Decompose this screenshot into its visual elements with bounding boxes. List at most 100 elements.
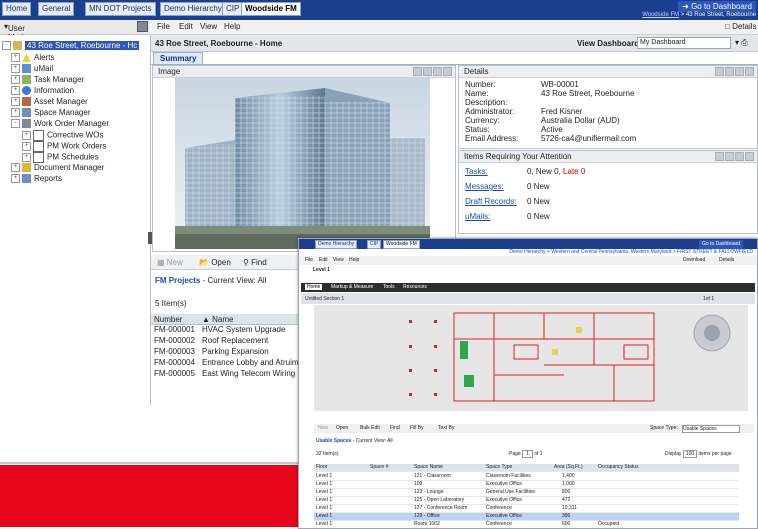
- maximize-icon[interactable]: [433, 67, 442, 76]
- tab-summary[interactable]: Summary: [153, 52, 204, 64]
- open-button[interactable]: 📂 Open: [199, 258, 231, 267]
- space-list-count: 32 Item(s): [316, 451, 339, 457]
- overlay-menu-view[interactable]: View: [333, 257, 344, 263]
- task-icon: [22, 75, 31, 85]
- edit-icon[interactable]: [715, 152, 724, 161]
- view-dashboard-select[interactable]: My Dashboard: [637, 37, 731, 49]
- register-icon: [33, 152, 44, 163]
- floor-plan-drawing[interactable]: [314, 305, 748, 411]
- close-icon[interactable]: [745, 152, 754, 161]
- image-portlet-header: Image: [153, 66, 455, 78]
- overlay-bulk-edit-button[interactable]: Bulk Edit: [360, 425, 380, 431]
- tree-item-corrective-wos[interactable]: + Corrective WOs: [22, 130, 103, 141]
- menu-help[interactable]: Help: [224, 22, 240, 31]
- tree-item-alerts[interactable]: + Alerts: [11, 53, 54, 63]
- overlay-details-button[interactable]: Details: [719, 257, 734, 263]
- tab-woodside-fm[interactable]: Woodside FM: [241, 2, 301, 16]
- overlay-menu-file[interactable]: File: [305, 257, 313, 263]
- table-row[interactable]: Level 1 121 - Classroom Classroom Faciliti…: [314, 473, 739, 481]
- find-button[interactable]: ⚲ Find: [243, 258, 267, 267]
- close-icon[interactable]: [745, 67, 754, 76]
- tree-item-pm-work-orders[interactable]: + PM Work Orders: [22, 141, 106, 152]
- col-number[interactable]: Number: [154, 315, 182, 324]
- tree-item-umail[interactable]: + uMail: [11, 64, 53, 74]
- fm-projects-title: FM Projects - Current View: All: [155, 276, 266, 285]
- maximize-icon[interactable]: [735, 67, 744, 76]
- tab-general[interactable]: General: [38, 2, 75, 16]
- tree-item-asset-manager[interactable]: + Asset Manager: [11, 97, 88, 107]
- col-name[interactable]: ▲ Name: [202, 315, 233, 324]
- menu-edit[interactable]: Edit: [179, 22, 193, 31]
- umails-link[interactable]: uMails:: [465, 212, 490, 221]
- viewer-tab-markup[interactable]: Markup & Measure: [331, 284, 373, 290]
- page-input[interactable]: 1: [522, 450, 533, 458]
- detail-number: Number:: [465, 80, 496, 89]
- minimize-icon[interactable]: [725, 152, 734, 161]
- overlay-go-to-dashboard[interactable]: Go to Dashboard: [699, 240, 744, 249]
- viewer-tab-resources[interactable]: Resources: [403, 284, 427, 290]
- register-icon: [33, 130, 44, 141]
- edit-icon[interactable]: [413, 67, 422, 76]
- tree-item-task-manager[interactable]: + Task Manager: [11, 75, 84, 85]
- messages-link[interactable]: Messages:: [465, 182, 504, 191]
- draft-records-link[interactable]: Draft Records:: [465, 197, 517, 206]
- minimize-icon[interactable]: [725, 67, 734, 76]
- new-button[interactable]: ▦ New: [157, 258, 183, 267]
- tree-item-document-manager[interactable]: + Document Manager: [11, 163, 104, 173]
- alert-icon: [22, 53, 31, 63]
- table-row[interactable]: Level 1 109 Executive Office 1,000: [314, 481, 739, 489]
- tree-item-pm-schedules[interactable]: + PM Schedules: [22, 152, 99, 163]
- info-icon: [22, 86, 31, 96]
- breadcrumb-link-woodside-fm[interactable]: Woodside FM: [642, 12, 679, 18]
- minimize-icon[interactable]: [423, 67, 432, 76]
- overlay-tab-cip[interactable]: CIP: [367, 240, 382, 249]
- user-mode-bar: User Mode ▾: [0, 20, 150, 42]
- display-count-select[interactable]: 100: [682, 450, 698, 458]
- viewer-tab-tools[interactable]: Tools: [383, 284, 395, 290]
- maximize-icon[interactable]: [735, 152, 744, 161]
- navigator-icon[interactable]: [137, 21, 148, 32]
- overlay-tab-demo-hierarchy[interactable]: Demo Hierarchy: [315, 240, 358, 249]
- space-type-select[interactable]: Usable Spaces: [682, 425, 740, 433]
- attention-portlet-header: Items Requiring Your Attention: [459, 151, 757, 163]
- print-icon[interactable]: ▾ ⎙: [735, 38, 748, 48]
- close-icon[interactable]: [443, 67, 452, 76]
- tree-item-reports[interactable]: + Reports: [11, 174, 62, 184]
- overlay-download-button[interactable]: Download: [683, 257, 705, 263]
- tasks-link[interactable]: Tasks:: [465, 167, 488, 176]
- overlay-open-button[interactable]: Open: [336, 425, 348, 431]
- overlay-find-button[interactable]: Find: [390, 425, 400, 431]
- tab-mn-dot-projects[interactable]: MN DOT Projects: [85, 2, 156, 16]
- menu-view[interactable]: View: [200, 22, 217, 31]
- breadcrumb: Woodside FM > 43 Roe Street, Roebourne: [642, 12, 756, 18]
- details-button[interactable]: □ Details: [725, 22, 757, 31]
- go-to-dashboard-button[interactable]: ➜ Go to Dashboard: [678, 1, 756, 12]
- table-row-selected[interactable]: Level 1 129 - Office Executive Office 395: [314, 513, 739, 521]
- user-mode-dropdown[interactable]: User Mode ▾: [4, 22, 28, 42]
- tree-item-work-order-manager[interactable]: - Work Order Manager: [11, 119, 109, 129]
- tab-home[interactable]: Home: [2, 2, 32, 16]
- overlay-fill-by-button[interactable]: Fill By: [410, 425, 424, 431]
- search-icon: ⚲: [243, 258, 249, 267]
- tree-item-space-manager[interactable]: + Space Manager: [11, 108, 90, 118]
- overlay-menu-edit[interactable]: Edit: [319, 257, 328, 263]
- table-row[interactable]: Level 1 125 - Open Laboratory Executive Of…: [314, 497, 739, 505]
- table-row[interactable]: Level 1 Room 1002 Conference 600 Occupied: [314, 521, 739, 528]
- menu-file[interactable]: File: [157, 22, 170, 31]
- tree-root[interactable]: -43 Roe Street, Roebourne - Hc: [2, 41, 140, 51]
- detail-name-value: 43 Roe Street, Roebourne: [541, 89, 635, 98]
- view-dashboard-label: View Dashboard: [577, 39, 640, 48]
- details-portlet: Details Number: WB-00001 Name: 43 Roe St…: [458, 65, 758, 149]
- tree-item-information[interactable]: + Information: [11, 86, 74, 96]
- table-row[interactable]: Level 1 127 - Conference Room Conference 10…: [314, 505, 739, 513]
- table-row[interactable]: Level 1 123 - Lounge General Use Facilitie…: [314, 489, 739, 497]
- overlay-new-button[interactable]: New: [318, 425, 328, 431]
- overlay-text-by-button[interactable]: Text By: [438, 425, 454, 431]
- overlay-tab-woodside-fm[interactable]: Woodside FM: [383, 240, 420, 249]
- viewer-tab-home[interactable]: Home: [305, 284, 323, 290]
- tab-demo-hierarchy[interactable]: Demo Hierarchy: [160, 2, 226, 16]
- collapse-icon[interactable]: -: [2, 41, 11, 51]
- overlay-menu-help[interactable]: Help: [349, 257, 359, 263]
- space-icon: [22, 108, 31, 118]
- edit-icon[interactable]: [715, 67, 724, 76]
